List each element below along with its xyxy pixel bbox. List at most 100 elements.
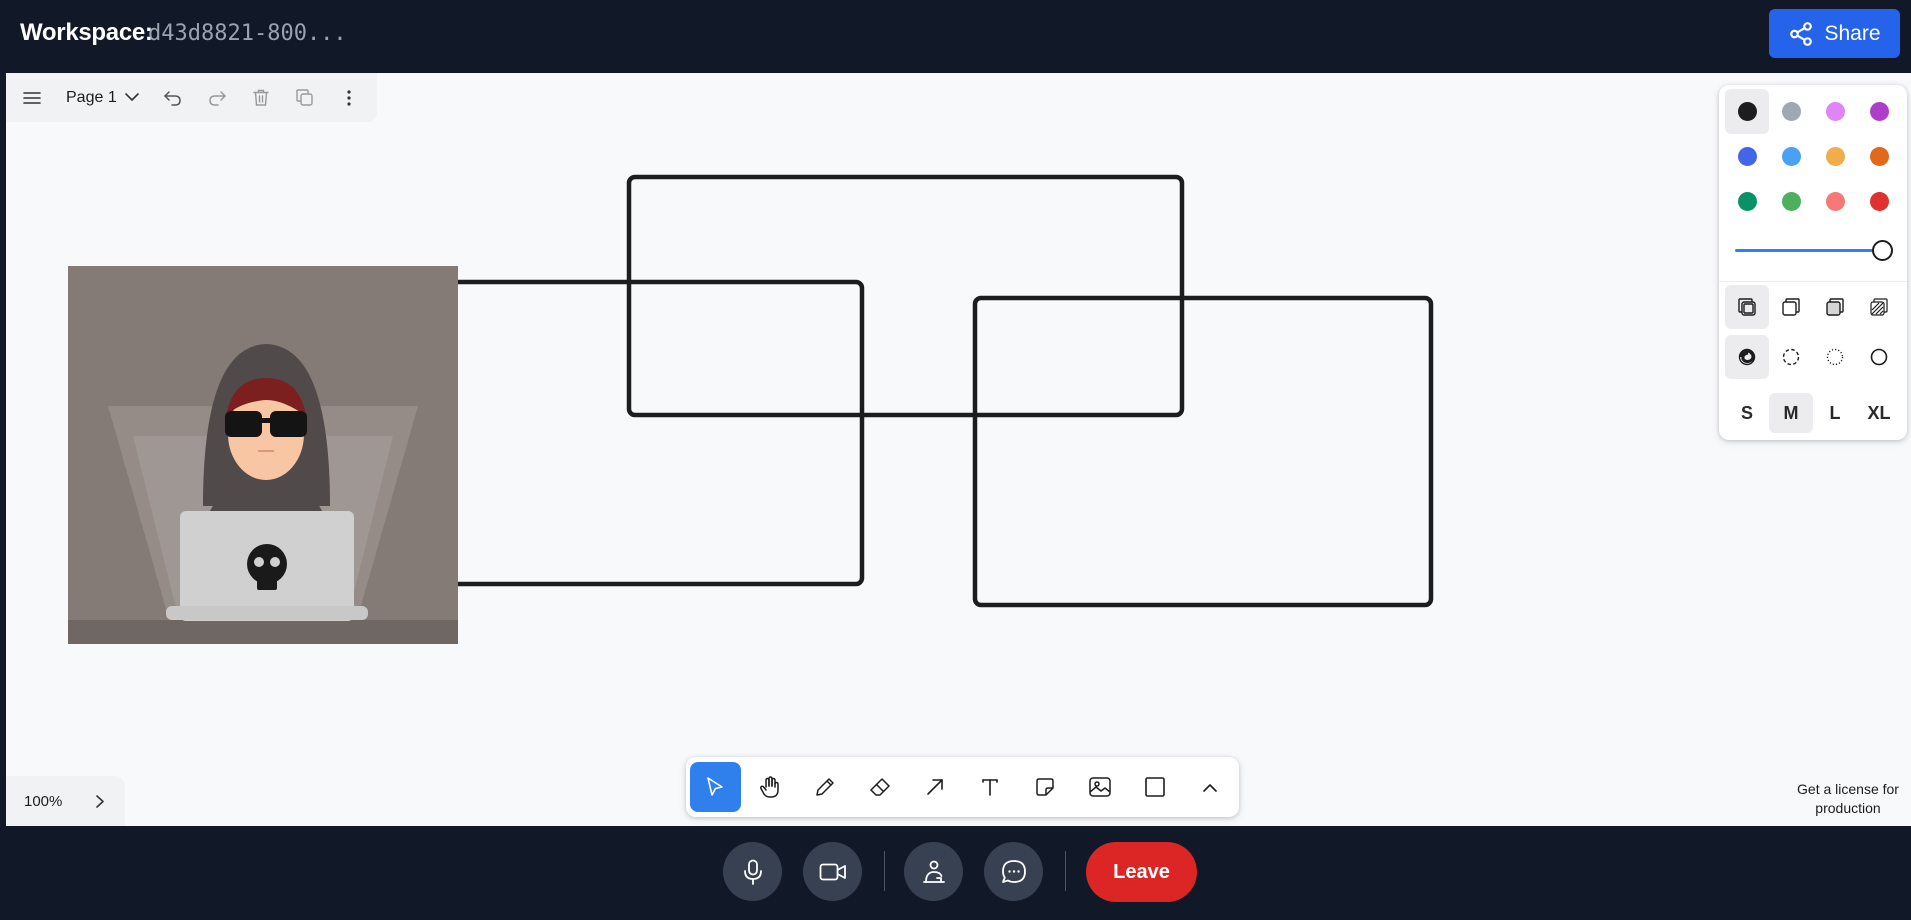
presence-button[interactable] [904, 842, 963, 901]
slider-thumb[interactable] [1872, 240, 1893, 261]
hand-icon [760, 776, 780, 798]
select-tool[interactable] [690, 762, 741, 812]
shape-rectangle[interactable] [972, 295, 1434, 608]
fill-solid-icon[interactable] [1813, 285, 1857, 329]
size-options: S M L XL [1725, 393, 1901, 433]
size-option-s[interactable]: S [1725, 393, 1769, 433]
size-option-l[interactable]: L [1813, 393, 1857, 433]
color-dot [1781, 147, 1801, 166]
text-icon [982, 779, 998, 796]
dash-solid-icon[interactable] [1857, 335, 1901, 379]
color-dot [1825, 192, 1845, 211]
color-dot [1737, 147, 1757, 166]
fill-options [1725, 285, 1901, 329]
chevron-up-icon [1202, 783, 1217, 792]
panel-divider [1719, 281, 1907, 282]
color-dot [1869, 102, 1889, 121]
trash-icon[interactable] [239, 76, 283, 120]
microphone-button[interactable] [723, 842, 782, 901]
microphone-icon [743, 859, 762, 885]
color-swatch[interactable] [1813, 89, 1857, 134]
color-swatch[interactable] [1857, 89, 1901, 134]
workspace-title: Workspace: [20, 19, 153, 46]
menu-icon[interactable] [10, 76, 54, 120]
whiteboard-canvas[interactable]: Page 1 S M L XL 100% Get a license for p… [6, 73, 1911, 826]
color-dot [1869, 192, 1889, 211]
leave-button[interactable]: Leave [1086, 842, 1197, 902]
chat-button[interactable] [984, 842, 1043, 901]
color-dot [1737, 102, 1757, 121]
fill-none-icon[interactable] [1725, 285, 1769, 329]
color-swatch[interactable] [1725, 179, 1769, 224]
camera-button[interactable] [803, 842, 862, 901]
rectangle-tool[interactable] [1129, 762, 1180, 812]
license-notice[interactable]: Get a license for production [1788, 780, 1908, 818]
color-dot [1825, 147, 1845, 166]
separator [1065, 851, 1066, 891]
chat-icon [1001, 859, 1026, 883]
color-dot [1737, 192, 1757, 211]
undo-icon[interactable] [151, 76, 195, 120]
fill-pattern-icon[interactable] [1857, 285, 1901, 329]
redo-icon[interactable] [195, 76, 239, 120]
opacity-slider[interactable] [1735, 239, 1895, 263]
chevron-down-icon [124, 93, 139, 101]
hacker-image[interactable] [68, 266, 458, 644]
tool-toolbar [686, 757, 1239, 817]
zoom-control[interactable]: 100% [6, 776, 125, 826]
color-swatch[interactable] [1725, 89, 1769, 134]
app-header: Workspace: d43d8821-800... Share [0, 0, 1911, 73]
chevron-right-icon[interactable] [96, 794, 105, 808]
rectangle-icon [1144, 777, 1165, 797]
color-swatch[interactable] [1813, 179, 1857, 224]
size-option-xl[interactable]: XL [1857, 393, 1901, 433]
share-presence-icon [922, 860, 945, 883]
hand-tool[interactable] [745, 762, 796, 812]
color-grid [1725, 89, 1901, 224]
duplicate-icon[interactable] [283, 76, 327, 120]
color-dot [1825, 102, 1845, 121]
image-icon [1089, 777, 1111, 797]
cursor-icon [707, 777, 724, 796]
size-option-m[interactable]: M [1769, 393, 1813, 433]
eraser-icon [870, 778, 890, 796]
page-selector[interactable]: Page 1 [54, 76, 151, 120]
zoom-level: 100% [24, 792, 63, 810]
dash-draw-icon[interactable] [1725, 335, 1769, 379]
style-panel: S M L XL [1719, 85, 1907, 440]
eraser-tool[interactable] [855, 762, 906, 812]
image-tool[interactable] [1074, 762, 1125, 812]
more-tools[interactable] [1184, 762, 1235, 812]
more-vertical-icon[interactable] [327, 76, 371, 120]
page-menu-bar: Page 1 [6, 73, 377, 122]
color-swatch[interactable] [1857, 179, 1901, 224]
color-swatch[interactable] [1857, 134, 1901, 179]
separator [884, 851, 885, 891]
color-swatch[interactable] [1769, 179, 1813, 224]
text-tool[interactable] [965, 762, 1016, 812]
arrow-icon [927, 779, 943, 795]
color-dot [1781, 192, 1801, 211]
dash-dotted-icon[interactable] [1813, 335, 1857, 379]
share-label: Share [1824, 21, 1881, 45]
arrow-tool[interactable] [910, 762, 961, 812]
page-label: Page 1 [66, 88, 117, 106]
color-swatch[interactable] [1769, 89, 1813, 134]
color-swatch[interactable] [1769, 134, 1813, 179]
pencil-icon [816, 778, 835, 796]
dash-dashed-icon[interactable] [1769, 335, 1813, 379]
dash-options [1725, 335, 1901, 379]
draw-tool[interactable] [800, 762, 851, 812]
note-tool[interactable] [1019, 762, 1070, 812]
color-swatch[interactable] [1725, 134, 1769, 179]
color-dot [1869, 147, 1889, 166]
workspace-id: d43d8821-800... [148, 21, 347, 46]
fill-semi-icon[interactable] [1769, 285, 1813, 329]
call-controls-bar: Leave [0, 826, 1911, 920]
color-dot [1781, 102, 1801, 121]
sticky-note-icon [1036, 778, 1054, 796]
color-swatch[interactable] [1813, 134, 1857, 179]
camera-icon [819, 863, 846, 880]
share-icon [1790, 21, 1813, 46]
share-button[interactable]: Share [1769, 9, 1900, 58]
